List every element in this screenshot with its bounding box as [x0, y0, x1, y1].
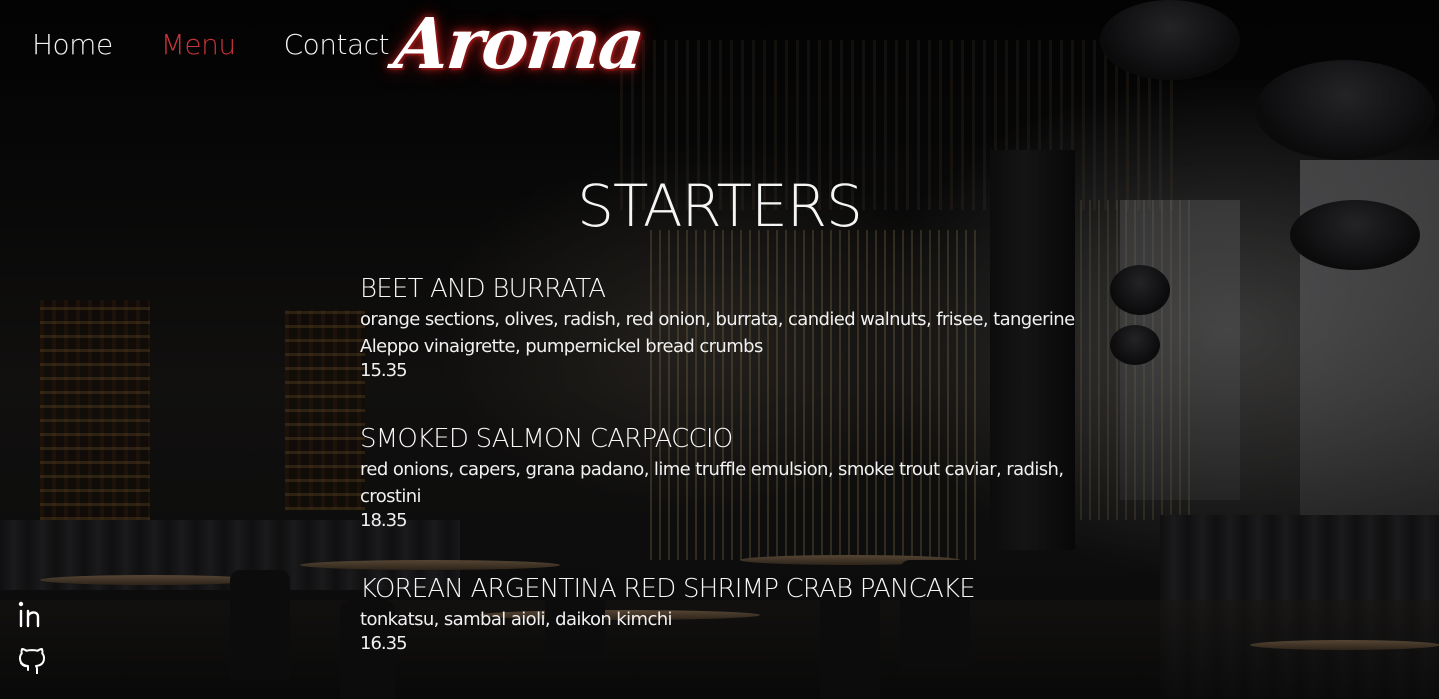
linkedin-link[interactable]	[16, 598, 48, 630]
menu-item-price: 18.35	[360, 510, 408, 531]
menu-item-name: SMOKED SALMON CARPACCIO	[360, 424, 733, 454]
nav-link-home[interactable]: Home	[32, 28, 113, 61]
menu-item: SMOKED SALMON CARPACCIO red onions, cape…	[360, 422, 1080, 532]
menu-item: BEET AND BURRATA orange sections, olives…	[360, 272, 1080, 382]
github-icon	[19, 648, 45, 675]
social-links	[16, 598, 50, 686]
menu-item: KOREAN ARGENTINA RED SHRIMP CRAB PANCAKE…	[360, 572, 1080, 655]
menu-item-price: 16.35	[360, 633, 408, 654]
section-title: STARTERS	[577, 172, 863, 240]
menu-item-description: red onions, capers, grana padano, lime t…	[360, 459, 1064, 507]
main-nav: Home Menu Contact	[32, 28, 437, 61]
menu-item-price: 15.35	[360, 360, 408, 381]
nav-link-contact[interactable]: Contact	[284, 28, 390, 61]
github-link[interactable]	[16, 642, 48, 675]
menu-item-description: orange sections, olives, radish, red oni…	[360, 309, 1075, 357]
menu-item-description: tonkatsu, sambal aioli, daikon kimchi	[360, 609, 673, 630]
menu-item-name: BEET AND BURRATA	[360, 274, 606, 304]
nav-link-menu[interactable]: Menu	[161, 28, 236, 61]
menu-item-name: KOREAN ARGENTINA RED SHRIMP CRAB PANCAKE	[360, 574, 976, 604]
brand-logo[interactable]: Aroma	[391, 2, 647, 85]
menu-list: BEET AND BURRATA orange sections, olives…	[360, 272, 1080, 695]
linkedin-icon	[18, 601, 40, 628]
